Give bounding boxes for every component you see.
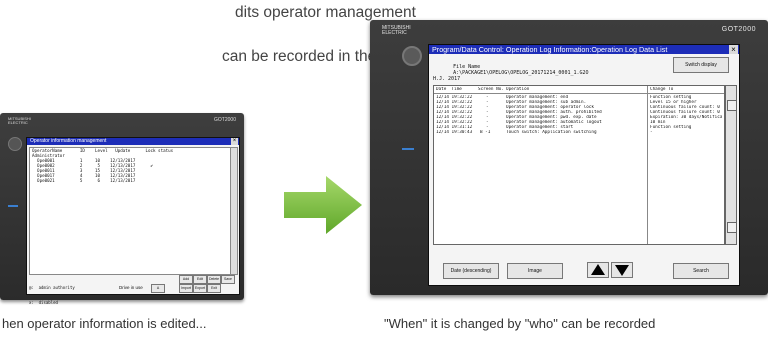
power-button[interactable]: [8, 137, 22, 151]
caption-right: "When" it is changed by "who" can be rec…: [384, 316, 656, 331]
delete-button[interactable]: Delete: [207, 275, 221, 284]
scroll-up-icon[interactable]: [727, 100, 737, 111]
triangle-up-icon: [591, 264, 605, 275]
table-cell: 12/14 19:30:43: [436, 130, 473, 135]
brand-label: GOT2000: [214, 117, 236, 123]
mitsubishi-logo: MITSUBISHI ELECTRIC: [8, 117, 31, 125]
table-cell: -: [650, 130, 653, 135]
column-header-change-to: Change To: [650, 87, 674, 92]
page-down-button[interactable]: [611, 262, 633, 278]
large-screen: Program/Data Control: Operation Log Info…: [428, 44, 740, 286]
status-led-icon: [8, 205, 18, 207]
intro-text-line2: can be recorded in the: [222, 48, 377, 65]
column-header-operation: Operation: [506, 87, 530, 92]
list-scrollbar[interactable]: [230, 147, 238, 275]
power-button[interactable]: [402, 46, 422, 66]
exit-button[interactable]: Exit: [207, 284, 221, 293]
export-button[interactable]: Export: [193, 284, 207, 293]
column-divider: [647, 86, 648, 244]
close-icon[interactable]: ×: [231, 138, 238, 145]
window-title-bar: Program/Data Control: Operation Log Info…: [429, 45, 739, 54]
search-button[interactable]: Search: [673, 263, 729, 279]
drive-select[interactable]: A: [151, 284, 165, 293]
drive-label: Drive in use: [119, 285, 143, 290]
operator-list: OperatorName ID Level Update Lock status…: [29, 147, 231, 275]
logo-text-line2: ELECTRIC: [382, 30, 407, 36]
save-button[interactable]: Save: [221, 275, 235, 284]
edit-button[interactable]: Edit: [193, 275, 207, 284]
status-led-icon: [402, 148, 414, 150]
table-cell: Touch switch: Application switching: [506, 130, 597, 135]
file-name-value: A:\PACKAGE1\OPELOG\OPELOG_20171214_0001_…: [453, 70, 589, 76]
add-button[interactable]: Add: [179, 275, 193, 284]
small-hmi-device: MITSUBISHI ELECTRIC GOT2000 Operator inf…: [0, 113, 244, 305]
import-button[interactable]: Import: [179, 284, 193, 293]
column-header-screen-no: Screen No.: [478, 87, 504, 92]
switch-display-button[interactable]: Switch display: [673, 57, 729, 73]
window-title: Program/Data Control: Operation Log Info…: [432, 45, 668, 54]
small-screen: Operator information management × Operat…: [26, 137, 240, 305]
column-header-date-time: Date Time: [436, 87, 462, 92]
window-title: Operator information management: [30, 138, 107, 144]
large-hmi-device: MITSUBISHI ELECTRIC GOT2000 Program/Data…: [370, 20, 768, 295]
date-heading: H.J. 2017: [433, 76, 461, 82]
operation-log-table: Date Time Screen No. Operation Change To…: [433, 85, 725, 245]
logo-text-line2: ELECTRIC: [8, 120, 28, 125]
table-cell: B -1: [480, 130, 491, 135]
date-sort-button[interactable]: Date (descending): [443, 263, 499, 279]
triangle-down-icon: [615, 265, 629, 276]
image-button[interactable]: Image: [507, 263, 563, 279]
caption-left: hen operator information is edited...: [2, 316, 207, 331]
page-up-button[interactable]: [587, 262, 609, 278]
window-title-bar: Operator information management: [27, 138, 239, 145]
green-arrow-icon: [284, 176, 362, 234]
scroll-down-icon[interactable]: [727, 222, 737, 233]
legend-line1: @: admin authority: [29, 285, 75, 290]
list-item[interactable]: Ope0021 5 6 12/13/2017: [32, 178, 135, 184]
close-icon[interactable]: ×: [729, 45, 738, 54]
legend-text: @: admin authority x: disabled: [29, 275, 75, 315]
table-scrollbar[interactable]: [725, 85, 737, 245]
table-header: Date Time Screen No. Operation Change To: [434, 86, 724, 94]
legend-line2: x: disabled: [29, 300, 58, 305]
mitsubishi-logo: MITSUBISHI ELECTRIC: [382, 26, 411, 36]
brand-label: GOT2000: [721, 26, 756, 33]
